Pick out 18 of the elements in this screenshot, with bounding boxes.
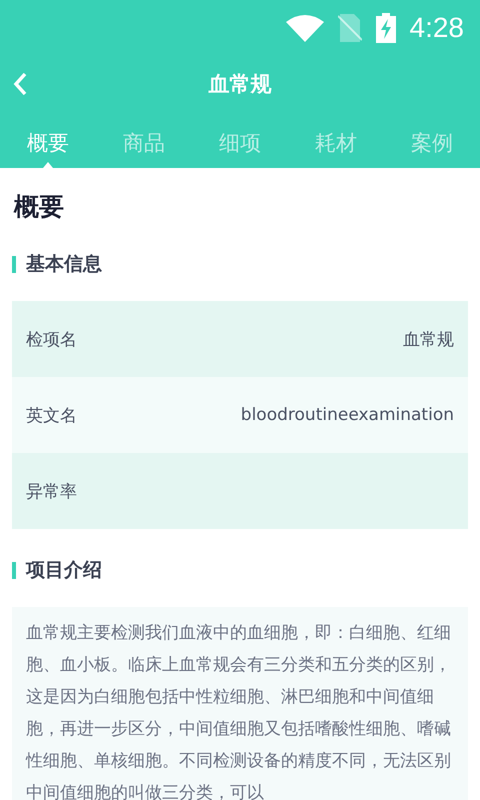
status-time: 4:28	[410, 12, 464, 44]
tab[interactable]: 案例	[384, 112, 480, 168]
section-heading: 基本信息	[26, 252, 102, 277]
page-header-title: 血常规	[208, 71, 272, 98]
no-sim-icon	[338, 14, 362, 42]
row-label: 检项名	[26, 328, 77, 350]
row-value: 血常规	[403, 328, 454, 350]
tab[interactable]: 商品	[96, 112, 192, 168]
row-label: 英文名	[26, 404, 77, 426]
section-title: 概要	[14, 191, 65, 223]
row-label: 异常率	[26, 480, 77, 502]
tab[interactable]: 细项	[192, 112, 288, 168]
wifi-icon	[286, 14, 324, 42]
row-value: bloodroutineexamination	[240, 405, 454, 425]
section-heading: 项目介绍	[26, 558, 102, 583]
tab[interactable]: 概要	[0, 112, 96, 168]
tab[interactable]: 耗材	[288, 112, 384, 168]
battery-charging-icon	[376, 13, 396, 43]
